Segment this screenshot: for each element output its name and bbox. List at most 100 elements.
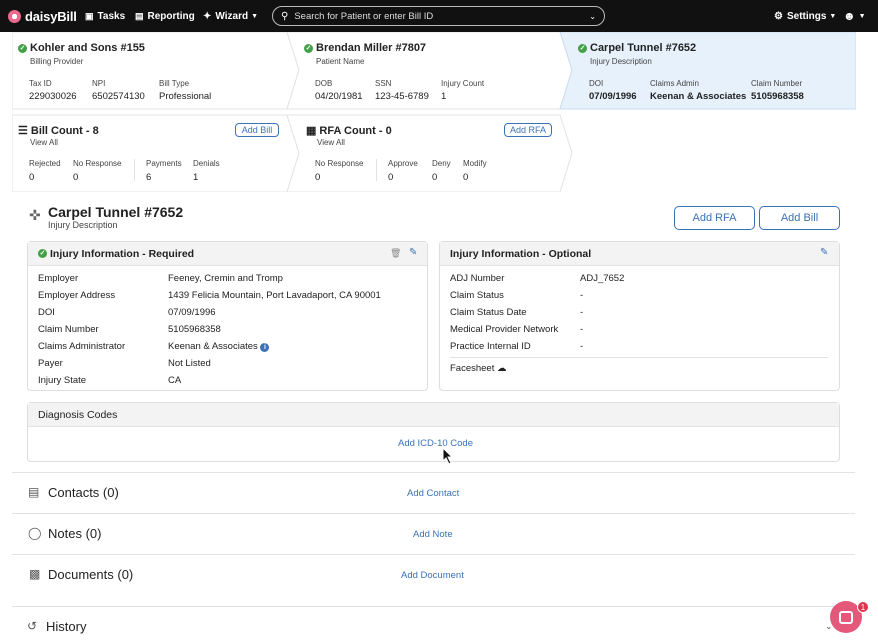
patient-title: Brendan Miller #7807 bbox=[316, 42, 427, 54]
pdf-file-icon: ▩ bbox=[29, 567, 41, 581]
nav-settings[interactable]: ⚙ Settings ▼ bbox=[774, 0, 836, 32]
check-icon: ✓ bbox=[38, 249, 47, 258]
injury-title: Carpel Tunnel #7652 bbox=[590, 42, 697, 54]
denials-label: Denials bbox=[193, 159, 220, 168]
dob-label: DOB bbox=[315, 79, 333, 88]
injury-count-label: Injury Count bbox=[441, 79, 485, 88]
history-section[interactable]: ↺ History ⌄ bbox=[12, 606, 855, 644]
nav-wizard[interactable]: ✦ Wizard ▼ bbox=[203, 0, 258, 32]
approve-value: 0 bbox=[388, 172, 394, 183]
contacts-section: ▤ Contacts (0) Add Contact bbox=[12, 472, 855, 513]
add-document-link[interactable]: Add Document bbox=[401, 570, 464, 581]
injury-subtitle: Injury Description bbox=[590, 57, 652, 66]
add-contact-link[interactable]: Add Contact bbox=[407, 488, 459, 499]
notes-title: Notes (0) bbox=[48, 526, 102, 541]
bills-card: ☰ Bill Count - 8 View All Add Bill Reject… bbox=[12, 115, 282, 192]
user-menu[interactable]: ☻ ▼ bbox=[843, 0, 866, 32]
check-icon: ✓ bbox=[18, 44, 27, 53]
practice-internal-id-label: Practice Internal ID bbox=[450, 341, 531, 352]
injury-required-panel: ✓ Injury Information - Required 🗑 ✎ Emplo… bbox=[27, 241, 428, 391]
provider-subtitle: Billing Provider bbox=[30, 57, 84, 66]
employer-address-label: Employer Address bbox=[38, 290, 116, 301]
gear-icon: ⚙ bbox=[774, 10, 783, 22]
tasks-icon: ▣ bbox=[85, 10, 94, 21]
injury-optional-panel: Injury Information - Optional ✎ ADJ Numb… bbox=[439, 241, 840, 391]
add-icd10-link[interactable]: Add ICD-10 Code bbox=[398, 438, 473, 449]
cloud-download-icon: ☁ bbox=[497, 363, 507, 374]
comment-icon: ◯ bbox=[28, 526, 42, 540]
rfa-no-response-label: No Response bbox=[315, 159, 364, 168]
injury-state-label: Injury State bbox=[38, 375, 87, 386]
required-panel-title: Injury Information - Required bbox=[50, 247, 195, 260]
bills-view-all-link[interactable]: View All bbox=[30, 138, 58, 147]
patient-card[interactable]: ✓ Brendan Miller #7807 Patient Name DOB 0… bbox=[300, 32, 550, 109]
search-input[interactable]: ⚲ Search for Patient or enter Bill ID ⌄ bbox=[272, 6, 605, 26]
ssn-value: 123-45-6789 bbox=[375, 91, 429, 102]
doi-row-value: 07/09/1996 bbox=[168, 307, 216, 318]
deny-label: Deny bbox=[432, 159, 451, 168]
rfa-view-all-link[interactable]: View All bbox=[317, 138, 345, 147]
diagnosis-panel: Diagnosis Codes Add ICD-10 Code bbox=[27, 402, 840, 462]
denials-value: 1 bbox=[193, 172, 199, 183]
divider bbox=[134, 159, 135, 181]
add-note-link[interactable]: Add Note bbox=[413, 529, 453, 540]
rejected-value: 0 bbox=[29, 172, 35, 183]
claim-number-row-value: 5105968358 bbox=[168, 324, 221, 335]
chart-icon: ▤ bbox=[135, 10, 144, 21]
add-rfa-small-button[interactable]: Add RFA bbox=[504, 123, 552, 137]
payments-label: Payments bbox=[146, 159, 182, 168]
doi-value: 07/09/1996 bbox=[589, 91, 637, 102]
divider bbox=[376, 159, 377, 181]
edit-icon[interactable]: ✎ bbox=[409, 247, 417, 258]
chat-badge: 1 bbox=[857, 601, 869, 613]
claim-number-row-label: Claim Number bbox=[38, 324, 99, 335]
injury-state-value: CA bbox=[168, 375, 182, 386]
bill-count-title: Bill Count - 8 bbox=[30, 125, 99, 137]
nav-reporting[interactable]: ▤ Reporting bbox=[135, 0, 195, 32]
edit-icon[interactable]: ✎ bbox=[820, 247, 828, 258]
claim-status-date-label: Claim Status Date bbox=[450, 307, 527, 318]
add-bill-button[interactable]: Add Bill bbox=[759, 206, 840, 230]
ssn-label: SSN bbox=[375, 79, 392, 88]
claims-admin-value: Keenan & Associates bbox=[650, 91, 747, 102]
injury-card[interactable]: ✓ Carpel Tunnel #7652 Injury Description … bbox=[572, 32, 852, 109]
contact-card-icon: ▤ bbox=[28, 485, 40, 499]
rfa-no-response-value: 0 bbox=[315, 172, 321, 183]
mpn-label: Medical Provider Network bbox=[450, 324, 559, 335]
employer-address-value: 1439 Felicia Mountain, Port Lavadaport, … bbox=[168, 290, 381, 301]
cursor-icon bbox=[442, 447, 454, 465]
rfa-count-title: RFA Count - 0 bbox=[319, 125, 392, 137]
trash-icon[interactable]: 🗑 bbox=[390, 248, 401, 259]
payer-value: Not Listed bbox=[168, 358, 211, 369]
tax-id-value: 229030026 bbox=[29, 91, 77, 102]
documents-section: ▩ Documents (0) Add Document bbox=[12, 554, 855, 606]
no-response-value: 0 bbox=[73, 172, 79, 183]
tax-id-label: Tax ID bbox=[29, 79, 52, 88]
bill-type-label: Bill Type bbox=[159, 79, 190, 88]
provider-card[interactable]: ✓ Kohler and Sons #155 Billing Provider T… bbox=[12, 32, 282, 109]
logo[interactable]: daisyBill bbox=[8, 0, 77, 32]
chat-icon bbox=[839, 610, 853, 624]
optional-panel-title: Injury Information - Optional bbox=[440, 242, 839, 266]
add-bill-small-button[interactable]: Add Bill bbox=[235, 123, 279, 137]
bandage-icon: ✜ bbox=[29, 207, 41, 223]
claim-number-value: 5105968358 bbox=[751, 91, 804, 102]
nav-tasks[interactable]: ▣ Tasks bbox=[85, 0, 125, 32]
search-icon: ⚲ bbox=[281, 10, 289, 22]
facesheet-link[interactable]: Facesheet ☁ bbox=[450, 363, 507, 374]
add-rfa-button[interactable]: Add RFA bbox=[674, 206, 755, 230]
payments-value: 6 bbox=[146, 172, 152, 183]
contacts-title: Contacts (0) bbox=[48, 485, 119, 500]
top-nav: daisyBill ▣ Tasks ▤ Reporting ✦ Wizard ▼… bbox=[0, 0, 878, 32]
provider-title: Kohler and Sons #155 bbox=[30, 42, 145, 54]
doi-row-label: DOI bbox=[38, 307, 55, 318]
claims-administrator-link[interactable]: Keenan & Associates i bbox=[168, 341, 270, 352]
patient-subtitle: Patient Name bbox=[316, 57, 365, 66]
npi-label: NPI bbox=[92, 79, 106, 88]
info-icon[interactable]: i bbox=[260, 343, 270, 352]
claim-status-date-value: - bbox=[580, 307, 584, 318]
bill-type-value: Professional bbox=[159, 91, 212, 102]
adj-number-value: ADJ_7652 bbox=[580, 273, 625, 284]
injury-count-value: 1 bbox=[441, 91, 447, 102]
history-icon: ↺ bbox=[27, 619, 38, 633]
